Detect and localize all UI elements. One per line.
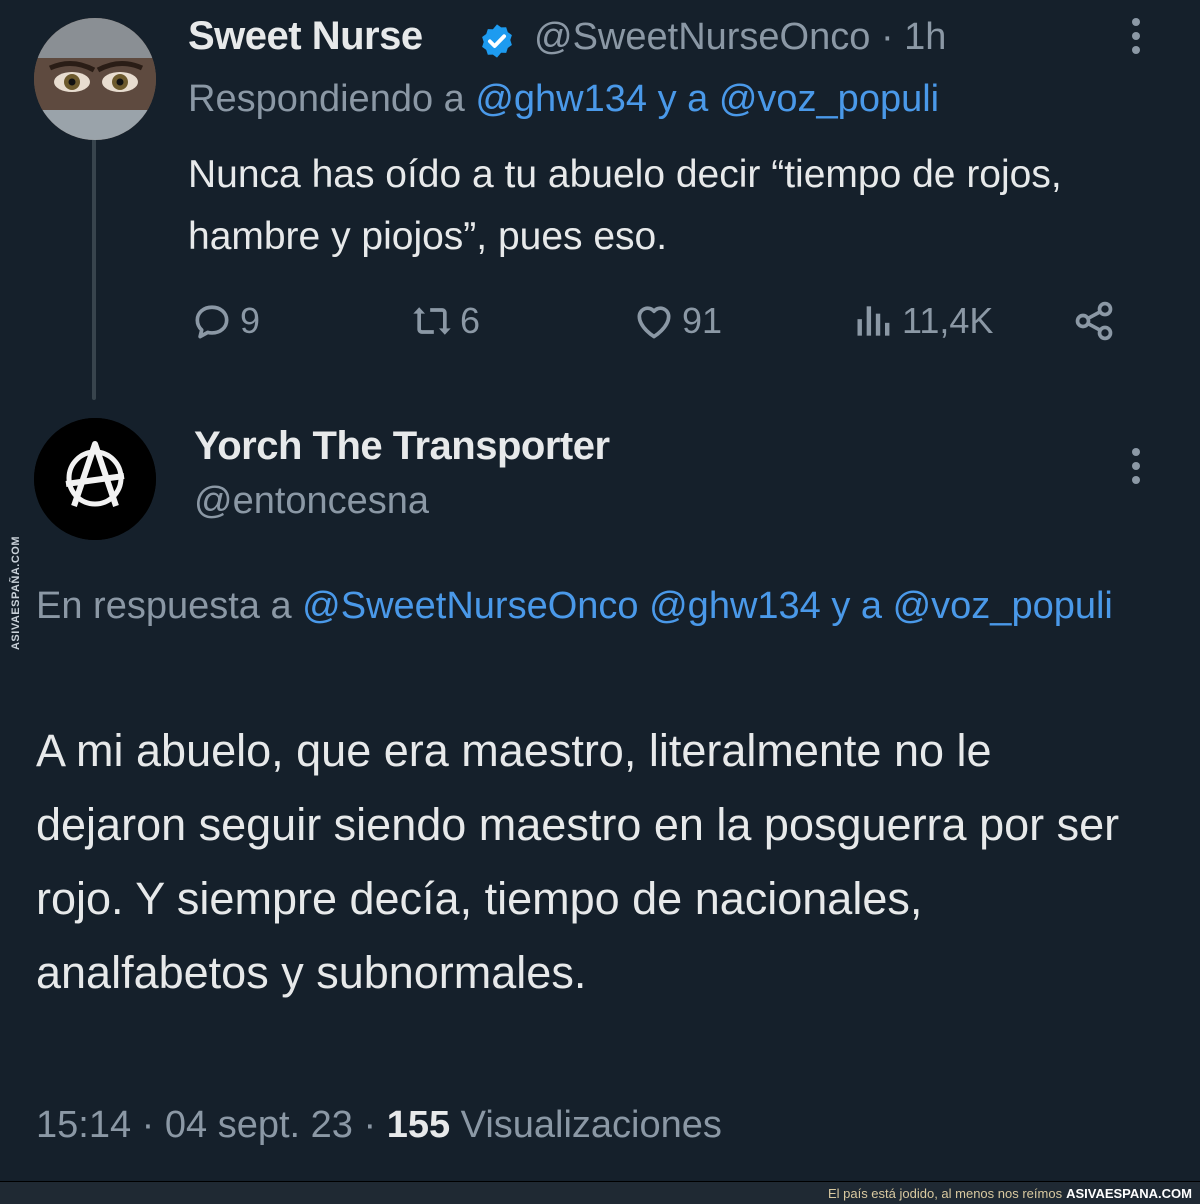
footer-site[interactable]: ASIVAESPANA.COM — [1066, 1186, 1192, 1201]
thread-connector-line — [92, 138, 96, 400]
views-count: 155 — [386, 1104, 451, 1146]
replying-to: Respondiendo a @ghw134 y a @voz_populi — [188, 78, 939, 121]
replying-to: En respuesta a @SweetNurseOnco @ghw134 y… — [36, 576, 1146, 636]
author-name[interactable]: Sweet Nurse — [188, 14, 423, 59]
replying-prefix: Respondiendo a — [188, 78, 476, 120]
footer-watermark-bar: El país está jodido, al menos nos reímos… — [0, 1181, 1200, 1204]
mention-voz-populi[interactable]: @voz_populi — [719, 78, 939, 120]
replying-prefix: En respuesta a — [36, 585, 303, 627]
mention-ghw134[interactable]: @ghw134 — [475, 78, 647, 120]
author-handle[interactable]: @SweetNurseOnco — [534, 16, 870, 58]
views-button[interactable]: 11,4K — [852, 296, 993, 346]
avatar-image — [34, 18, 156, 140]
analytics-icon — [857, 306, 890, 336]
reply-icon — [195, 305, 229, 339]
share-button[interactable] — [1072, 296, 1122, 346]
tweet-time[interactable]: 15:14 — [36, 1104, 131, 1146]
views-count: 11,4K — [902, 300, 994, 341]
tweet-metadata: 15:14 · 04 sept. 23 · 155 Visualizacione… — [36, 1104, 722, 1146]
retweet-icon — [413, 307, 451, 335]
replying-mid: y a — [647, 78, 719, 120]
heart-icon — [637, 306, 671, 339]
tweet-date[interactable]: 04 sept. 23 — [165, 1104, 353, 1146]
tweet-text: Nunca has oído a tu abuelo decir “tiempo… — [188, 153, 1062, 258]
avatar-sweet-nurse[interactable] — [34, 18, 156, 140]
side-watermark-text: ASIVAESPAÑA.COM — [10, 535, 23, 651]
anarchy-symbol-icon — [34, 418, 156, 540]
verified-badge-icon — [482, 24, 512, 58]
author-handle[interactable]: @entoncesna — [194, 480, 429, 523]
reply-mentions[interactable]: @SweetNurseOnco @ghw134 y a @voz_populi — [302, 585, 1113, 627]
author-name[interactable]: Yorch The Transporter — [194, 424, 610, 469]
reply-button[interactable]: 9 — [190, 296, 260, 346]
tweet-text: A mi abuelo, que era maestro, literalmen… — [36, 725, 1120, 998]
side-watermark: ASIVAESPAÑA.COM — [4, 534, 28, 652]
reply-count: 9 — [240, 300, 261, 341]
share-icon — [1075, 301, 1113, 341]
more-options-icon[interactable] — [1122, 444, 1150, 488]
views-label: Visualizaciones — [460, 1104, 722, 1146]
like-button[interactable]: 91 — [632, 296, 722, 346]
more-options-icon[interactable] — [1122, 14, 1150, 58]
avatar-yorch[interactable] — [34, 418, 156, 540]
footer-tagline: El país está jodido, al menos nos reímos — [827, 1185, 1063, 1201]
like-count: 91 — [682, 300, 723, 341]
author-handle-and-time[interactable]: @SweetNurseOnco · 1h — [534, 16, 946, 59]
retweet-button[interactable]: 6 — [410, 296, 480, 346]
retweet-count: 6 — [460, 300, 481, 341]
tweet-time[interactable]: · 1h — [881, 16, 946, 58]
